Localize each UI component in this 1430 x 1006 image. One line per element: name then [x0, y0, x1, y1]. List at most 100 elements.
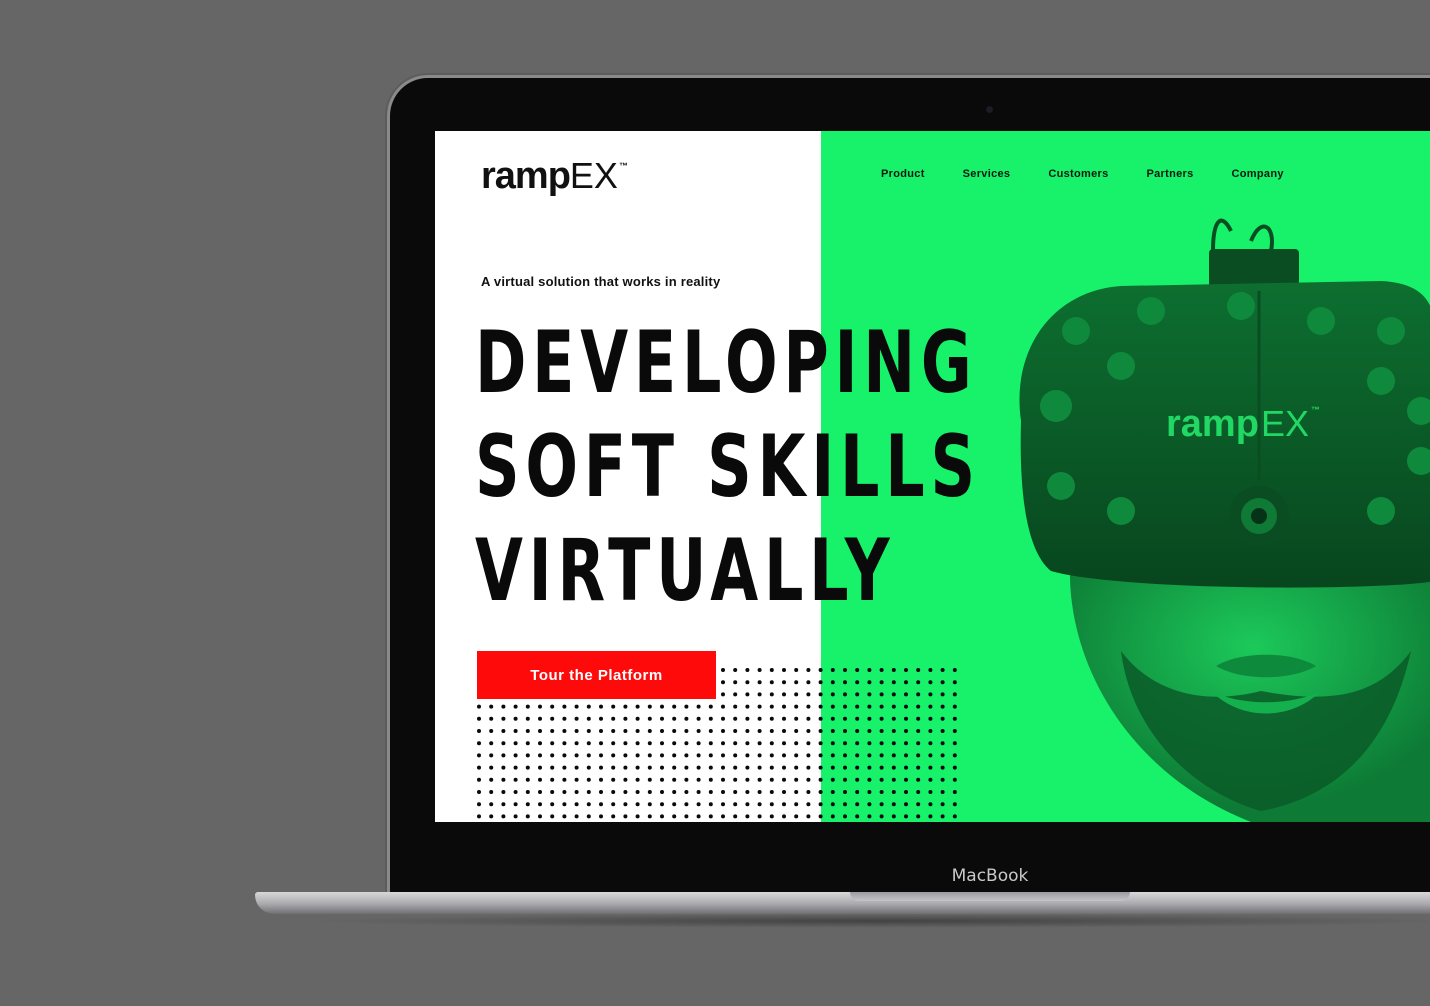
dot — [782, 777, 786, 782]
nav-item-customers[interactable]: Customers — [1048, 168, 1108, 180]
nav-item-partners[interactable]: Partners — [1147, 168, 1194, 180]
dot — [952, 680, 957, 685]
dot — [489, 741, 494, 746]
dot — [745, 753, 750, 758]
dot — [745, 692, 750, 697]
dot — [806, 753, 811, 758]
dot — [550, 729, 555, 733]
dot — [879, 814, 884, 819]
dot — [489, 765, 494, 770]
dot — [769, 729, 774, 733]
dot — [818, 716, 823, 721]
dot — [891, 777, 896, 782]
dot — [940, 741, 945, 746]
dot — [574, 729, 579, 733]
laptop-brand-label: MacBook — [951, 866, 1029, 886]
rampex-logo[interactable]: ramp EX ™ — [481, 151, 628, 201]
dot — [684, 729, 689, 733]
dot — [696, 741, 701, 746]
nav-item-company[interactable]: Company — [1232, 168, 1284, 180]
dot — [501, 777, 506, 782]
dot — [501, 765, 506, 770]
dot — [489, 704, 494, 709]
dot — [538, 729, 542, 733]
dot — [806, 668, 811, 672]
dot — [599, 716, 603, 721]
dot — [818, 729, 823, 733]
headset-logo-primary: ramp — [1166, 403, 1259, 445]
tour-platform-button[interactable]: Tour the Platform — [477, 651, 716, 699]
nav-item-product[interactable]: Product — [881, 168, 925, 180]
dot — [599, 753, 603, 758]
dot — [721, 802, 725, 807]
dot — [916, 741, 921, 746]
dot — [660, 716, 664, 721]
dot — [757, 668, 762, 672]
dot — [733, 790, 738, 794]
dot — [782, 668, 786, 672]
dot — [830, 716, 835, 721]
dot — [513, 790, 518, 794]
dot — [696, 790, 701, 794]
dot — [525, 765, 530, 770]
dot — [904, 802, 908, 807]
dot — [599, 814, 603, 819]
dot — [879, 753, 884, 758]
dot — [891, 753, 896, 758]
dot — [904, 729, 908, 733]
dot — [916, 753, 921, 758]
mockup-stage: MacBook ramp EX ™ ramp EX ™ Product Serv… — [0, 0, 1430, 1006]
dot — [769, 753, 774, 758]
dot — [586, 729, 591, 733]
dot — [501, 741, 506, 746]
dot — [940, 753, 945, 758]
dot — [757, 753, 762, 758]
dot — [684, 741, 689, 746]
dot — [952, 741, 957, 746]
dot — [916, 777, 921, 782]
dot — [489, 753, 494, 758]
dot — [635, 765, 640, 770]
dot — [599, 729, 603, 733]
dot — [586, 753, 591, 758]
dot — [586, 790, 591, 794]
dot — [830, 668, 835, 672]
dot — [891, 716, 896, 721]
dot — [916, 765, 921, 770]
laptop-shadow — [300, 914, 1430, 928]
dot — [599, 704, 603, 709]
dot — [477, 716, 481, 721]
dot — [794, 741, 799, 746]
dot — [843, 790, 847, 794]
dot — [928, 753, 933, 758]
dot — [794, 802, 799, 807]
dot — [867, 729, 872, 733]
dot — [562, 777, 567, 782]
dot — [574, 802, 579, 807]
dot — [891, 729, 896, 733]
dot — [647, 777, 652, 782]
dot — [684, 802, 689, 807]
nav-item-services[interactable]: Services — [963, 168, 1011, 180]
dot — [733, 668, 738, 672]
dot — [721, 729, 725, 733]
dot — [574, 814, 579, 819]
dot — [818, 680, 823, 685]
dot — [843, 802, 847, 807]
dot — [782, 802, 786, 807]
dot — [806, 802, 811, 807]
dot — [562, 765, 567, 770]
dot — [574, 716, 579, 721]
dot — [867, 802, 872, 807]
dot — [940, 765, 945, 770]
dot — [599, 765, 603, 770]
dot — [733, 765, 738, 770]
dot — [550, 704, 555, 709]
dot — [830, 777, 835, 782]
dot — [928, 765, 933, 770]
dot — [550, 814, 555, 819]
dot — [550, 802, 555, 807]
dot — [806, 692, 811, 697]
logo-secondary-text: EX — [569, 155, 618, 196]
website-screen: ramp EX ™ ramp EX ™ Product Services Cus… — [435, 131, 1430, 822]
